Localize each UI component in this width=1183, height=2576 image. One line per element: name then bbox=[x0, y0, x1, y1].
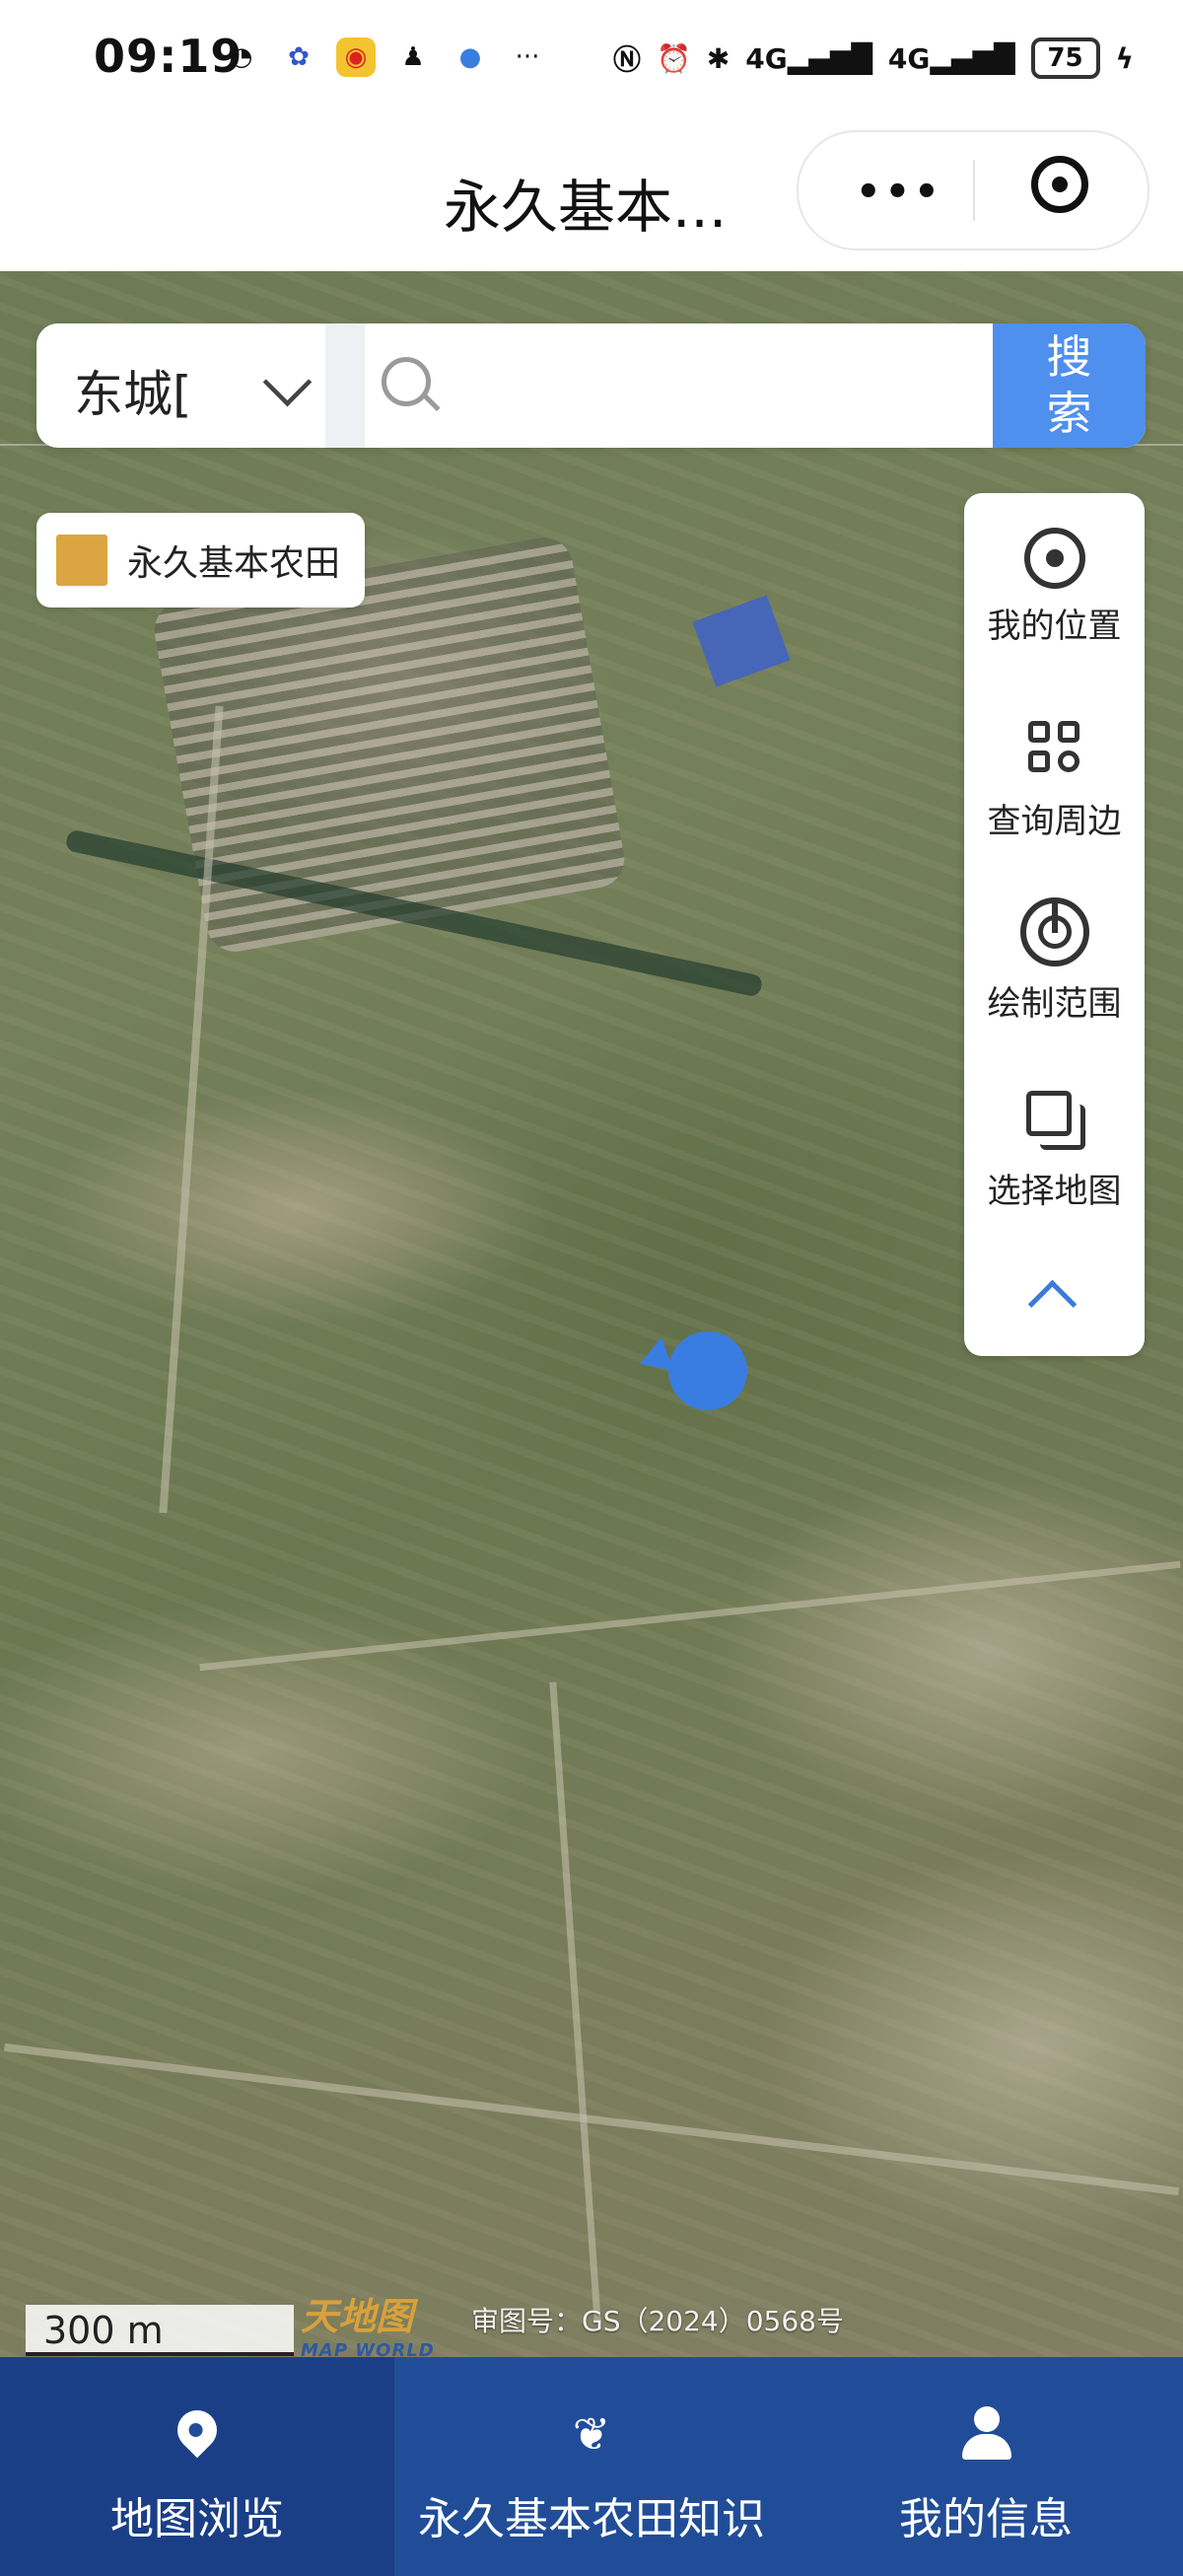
wechat-icon: ◔ bbox=[230, 42, 253, 72]
tool-query-nearby[interactable]: 查询周边 bbox=[964, 715, 1145, 842]
signal-icon-2: 4G▂▄▆█ bbox=[887, 41, 1015, 75]
weibo-icon: ◉ bbox=[336, 37, 376, 77]
signal-icon-1: 4G▂▄▆█ bbox=[745, 41, 872, 75]
tab-label: 我的信息 bbox=[899, 2494, 1073, 2544]
map-toolbar: 我的位置 查询周边 绘制范围 选择地图 bbox=[964, 493, 1145, 1356]
capsule-divider bbox=[973, 160, 975, 221]
search-button-label: 搜 索 bbox=[1046, 329, 1092, 441]
browser-icon: ● bbox=[458, 42, 482, 72]
notification-icons: ◔ ✿ ◉ ♟ ● ··· bbox=[222, 37, 547, 77]
search-divider bbox=[325, 323, 365, 448]
collapse-toolbar-icon[interactable] bbox=[1027, 1279, 1078, 1329]
tool-label: 我的位置 bbox=[987, 607, 1122, 646]
tool-label: 绘制范围 bbox=[987, 984, 1122, 1024]
nfc-icon: Ⓝ bbox=[612, 43, 641, 76]
select-map-icon bbox=[1020, 1085, 1089, 1154]
tool-draw-range[interactable]: 绘制范围 bbox=[964, 897, 1145, 1025]
tool-my-location[interactable]: 我的位置 bbox=[964, 528, 1145, 647]
close-miniprogram-button[interactable] bbox=[1031, 156, 1088, 213]
baidu-icon: ✿ bbox=[288, 42, 310, 72]
locate-icon bbox=[1023, 528, 1085, 589]
map-approval-number: 审图号：GS（2024）0568号 bbox=[471, 2305, 844, 2337]
more-notifications-icon: ··· bbox=[515, 42, 540, 72]
tab-my-info[interactable]: 我的信息 bbox=[789, 2357, 1183, 2576]
tab-map-browse[interactable]: 地图浏览 bbox=[0, 2357, 394, 2576]
legend-label: 永久基本农田 bbox=[127, 543, 341, 584]
charging-icon: ϟ bbox=[1115, 41, 1134, 75]
map-browse-icon bbox=[169, 2401, 226, 2462]
city-selector[interactable]: 东城[ bbox=[74, 355, 192, 426]
search-button[interactable]: 搜 索 bbox=[993, 323, 1146, 448]
battery-icon: 75 bbox=[1030, 37, 1100, 79]
status-bar: 09:19 ◔ ✿ ◉ ♟ ● ··· Ⓝ ⏰ ✱ 4G▂▄▆█ 4G▂▄▆█ … bbox=[0, 0, 1183, 123]
tool-label: 选择地图 bbox=[987, 1172, 1122, 1211]
bottom-tab-bar: 地图浏览 ❦ 永久基本农田知识 我的信息 bbox=[0, 2357, 1183, 2576]
wheat-icon: ❦ bbox=[572, 2407, 611, 2461]
tool-label: 查询周边 bbox=[987, 802, 1122, 841]
tianditu-logo: 天地图 MAP WORLD bbox=[301, 2286, 435, 2361]
map-legend: 永久基本农田 bbox=[36, 513, 365, 608]
tab-farmland-knowledge[interactable]: ❦ 永久基本农田知识 bbox=[394, 2357, 789, 2576]
map-scale: 300 m bbox=[26, 2305, 294, 2356]
status-time: 09:19 bbox=[94, 30, 244, 83]
query-nearby-icon bbox=[1020, 715, 1089, 784]
qq-icon: ♟ bbox=[401, 42, 425, 72]
bluetooth-icon: ✱ bbox=[706, 41, 731, 75]
legend-swatch bbox=[56, 535, 107, 586]
tab-label: 地图浏览 bbox=[110, 2494, 284, 2544]
user-icon bbox=[958, 2406, 1013, 2462]
more-button[interactable]: ••• bbox=[856, 170, 943, 215]
miniprogram-capsule: ••• bbox=[797, 130, 1149, 250]
alarm-icon: ⏰ bbox=[656, 41, 691, 75]
current-location-marker bbox=[668, 1331, 747, 1410]
search-icon bbox=[382, 357, 431, 406]
tab-label: 永久基本农田知识 bbox=[418, 2494, 765, 2544]
search-input[interactable] bbox=[451, 353, 1007, 420]
system-icons: Ⓝ ⏰ ✱ 4G▂▄▆█ 4G▂▄▆█ 75 ϟ bbox=[613, 37, 1134, 79]
search-bar: 东城[ 搜 索 bbox=[36, 323, 1146, 448]
logo-text: 天地图 bbox=[301, 2294, 414, 2338]
tool-select-map[interactable]: 选择地图 bbox=[964, 1085, 1145, 1212]
page-title: 永久基本... bbox=[444, 174, 728, 241]
chevron-down-icon[interactable] bbox=[262, 357, 313, 407]
draw-range-icon bbox=[1019, 897, 1089, 966]
